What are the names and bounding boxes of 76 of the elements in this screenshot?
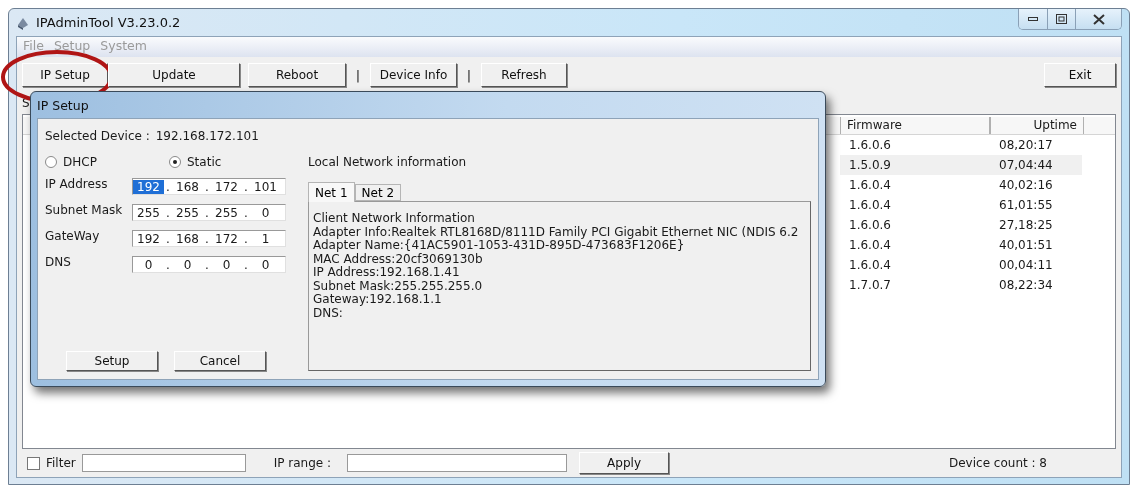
toolbar-button[interactable]: Update: [108, 63, 240, 87]
minimize-button[interactable]: [1019, 9, 1047, 29]
info-line: Subnet Mask:255.255.255.0: [313, 279, 484, 293]
table-row[interactable]: 1.6.0.6 27,18:25: [840, 215, 1082, 235]
field-label: GateWay: [45, 229, 101, 243]
selected-device-value: 192.168.172.101: [155, 129, 259, 143]
table-cell-text: 1.6.0.4: [848, 198, 892, 212]
info-line: IP Address:192.168.1.41: [313, 266, 461, 280]
filter-label: Filter: [46, 456, 76, 470]
ip-address-field[interactable]: 192 . 168 . 172 . 1: [132, 229, 286, 247]
table-cell-text: 27,18:25: [998, 218, 1054, 232]
radio-label: Static: [187, 155, 222, 169]
table-cell-text: 1.6.0.6: [848, 138, 892, 152]
table-row[interactable]: 1.6.0.4 40,01:51: [840, 235, 1082, 255]
table-row[interactable]: 1.6.0.4 61,01:55: [840, 195, 1082, 215]
table-cell-text: 1.6.0.4: [848, 258, 892, 272]
radio-button[interactable]: [169, 156, 181, 168]
info-line: Client Network Information: [313, 212, 476, 226]
close-button[interactable]: [1075, 9, 1121, 29]
table-row[interactable]: 1.6.0.4 00,04:11: [840, 255, 1082, 275]
table-row[interactable]: 1.6.0.4 40,02:16: [840, 175, 1082, 195]
radio-label: DHCP: [63, 155, 97, 169]
ip-range-field[interactable]: [347, 454, 568, 472]
restore-icon: [1056, 14, 1067, 24]
apply-button[interactable]: Apply: [579, 452, 670, 474]
field-label: Subnet Mask: [45, 203, 124, 217]
table-cell-text: 61,01:55: [998, 198, 1054, 212]
table-cell-text: 1.6.0.6: [848, 218, 892, 232]
table-cell-text: 08,22:34: [998, 278, 1054, 292]
table-cell-text: 00,04:11: [998, 258, 1054, 272]
table-cell-text: 1.6.0.4: [848, 238, 892, 252]
table-row[interactable]: 1.7.0.7 08,22:34: [840, 275, 1082, 295]
maximize-button[interactable]: [1047, 9, 1075, 29]
ip-address-field[interactable]: 255 . 255 . 255 . 0: [132, 203, 286, 221]
field-label: DNS: [45, 255, 72, 269]
ip-address-field[interactable]: 192 . 168 . 172 . 101: [132, 177, 286, 195]
column-header[interactable]: Firmware: [840, 117, 990, 134]
network-tab[interactable]: Net 2: [354, 184, 402, 201]
toolbar-button[interactable]: Refresh: [481, 63, 567, 87]
table-cell-text: 08,20:17: [998, 138, 1054, 152]
table-cell-text: 40,01:51: [998, 238, 1054, 252]
filter-field[interactable]: [81, 454, 246, 472]
ip-address-field[interactable]: 0 . 0 . 0 . 0: [132, 255, 286, 273]
selected-device-label: Selected Device :: [45, 129, 150, 143]
section-title: Local Network information: [308, 155, 468, 169]
info-line: MAC Address:20cf3069130b: [313, 252, 484, 266]
toolbar-separator: |: [354, 67, 362, 83]
table-cell-text: 1.6.0.4: [848, 178, 892, 192]
exit-button[interactable]: Exit: [1044, 63, 1116, 87]
filter-checkbox[interactable]: [27, 456, 40, 470]
minimize-icon: [1028, 17, 1038, 21]
close-icon: [1092, 13, 1105, 25]
device-count: Device count : 8: [949, 456, 1047, 470]
network-tab[interactable]: Net 1: [308, 182, 355, 202]
toolbar-separator: |: [465, 67, 473, 83]
column-header[interactable]: Uptime: [990, 117, 1084, 134]
info-line: DNS:: [313, 306, 343, 320]
table-cell-text: 1.5.0.9: [848, 158, 892, 172]
table-row[interactable]: 1.5.0.9 07,04:44: [840, 155, 1082, 175]
dialog-button[interactable]: Setup: [66, 351, 158, 371]
toolbar-button[interactable]: Reboot: [248, 63, 346, 87]
info-line: Adapter Info:Realtek RTL8168D/8111D Family PCI Gigabit Ethernet NIC (NDIS 6.2: [313, 225, 800, 239]
field-label: IP Address: [45, 177, 109, 191]
dialog-button[interactable]: Cancel: [174, 351, 266, 371]
table-cell-text: 07,04:44: [998, 158, 1054, 172]
table-cell-text: 1.7.0.7: [848, 278, 892, 292]
dialog-title: IP Setup: [37, 97, 90, 115]
radio-button[interactable]: [45, 156, 57, 168]
info-line: Gateway:192.168.1.1: [313, 293, 443, 307]
info-line: Adapter Name:{41AC5901-1053-431D-895D-473683F1206E}: [313, 239, 686, 253]
table-cell-text: 40,02:16: [998, 178, 1054, 192]
toolbar-button[interactable]: IP Setup: [22, 63, 108, 87]
toolbar-button[interactable]: Device Info: [370, 63, 457, 87]
table-row[interactable]: 1.6.0.6 08,20:17: [840, 135, 1082, 155]
ip-range-label: IP range :: [273, 456, 332, 470]
window-title: IPAdminTool V3.23.0.2: [36, 15, 181, 30]
